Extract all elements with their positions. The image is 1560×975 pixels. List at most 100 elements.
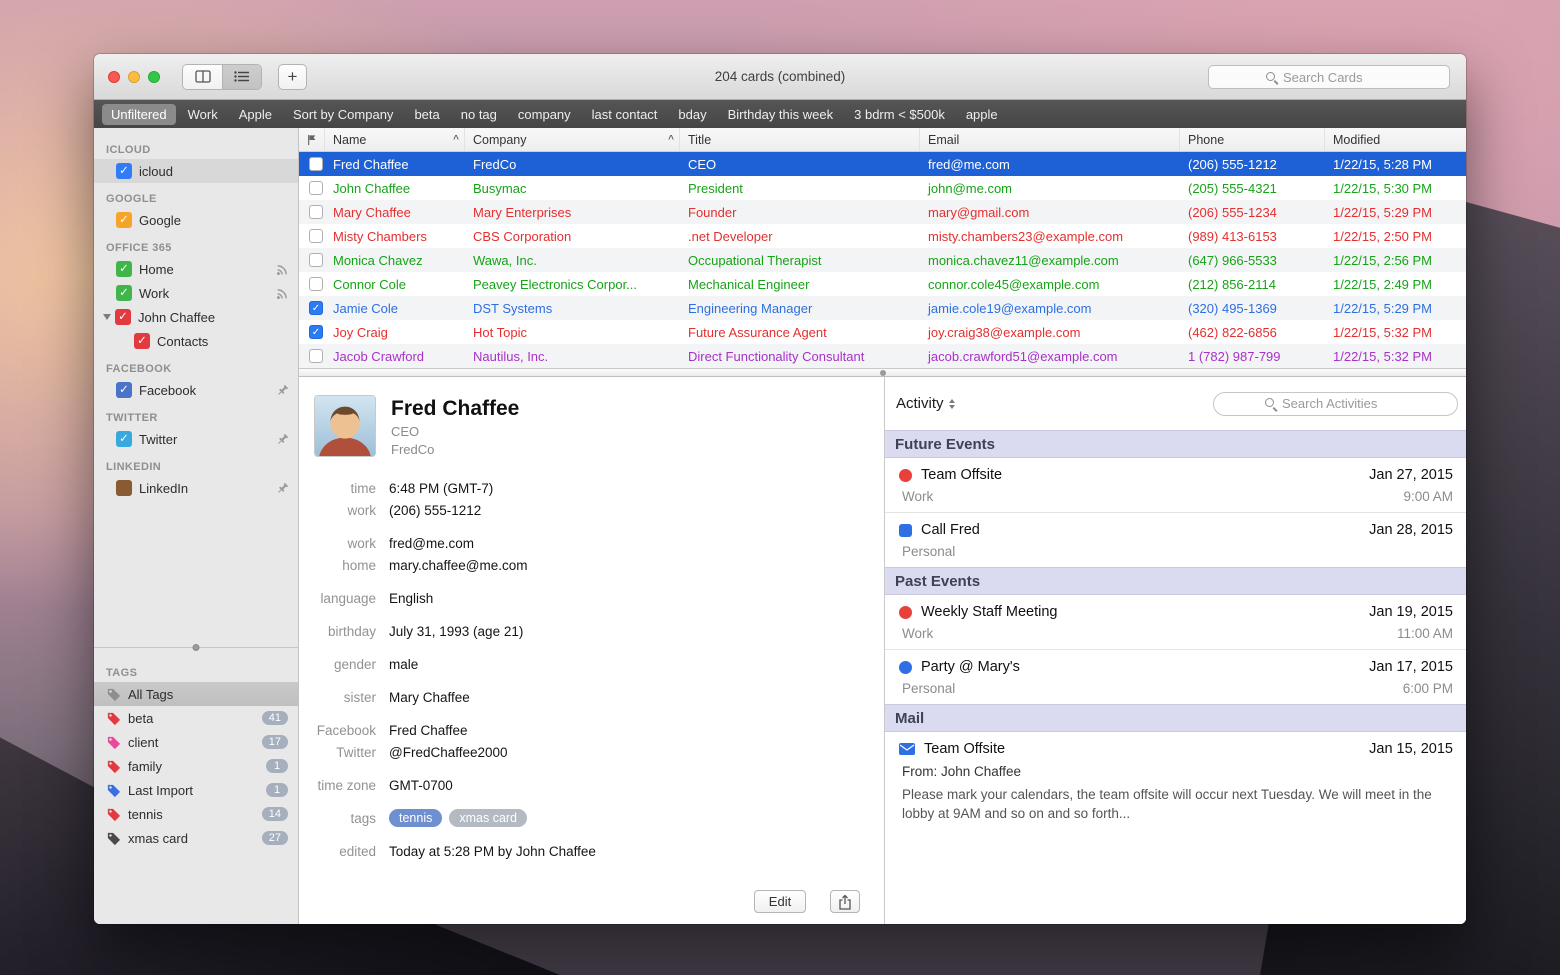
filter-apple[interactable]: Apple <box>230 104 281 125</box>
sidebar-tag-beta[interactable]: beta 41 <box>94 706 298 730</box>
row-checkbox[interactable] <box>309 253 323 267</box>
zoom-button[interactable] <box>148 71 160 83</box>
search-activities-input[interactable] <box>1282 396 1407 411</box>
search-cards-input[interactable] <box>1283 70 1393 85</box>
sidebar-tag-xmas-card[interactable]: xmas card 27 <box>94 826 298 850</box>
list-view-button[interactable] <box>222 65 261 89</box>
event-team-offsite[interactable]: Team Offsite Jan 27, 2015 Work 9:00 AM <box>885 458 1466 512</box>
account-checkbox[interactable] <box>116 261 132 277</box>
account-checkbox[interactable] <box>116 163 132 179</box>
sidebar-item-john-chaffee[interactable]: John Chaffee <box>94 305 298 329</box>
filter-last-contact[interactable]: last contact <box>583 104 667 125</box>
field-home-email[interactable]: mary.chaffee@me.com <box>389 558 528 573</box>
sidebar-item-linkedin[interactable]: LinkedIn <box>94 476 298 500</box>
account-checkbox[interactable] <box>116 480 132 496</box>
search-cards-field[interactable] <box>1208 65 1450 89</box>
row-checkbox[interactable] <box>309 301 323 315</box>
row-checkbox[interactable] <box>309 349 323 363</box>
filter-work[interactable]: Work <box>179 104 227 125</box>
section-header-linkedin: LINKEDIN <box>94 451 298 476</box>
window-title: 204 cards (combined) <box>715 69 846 84</box>
column-header-email[interactable]: Email <box>920 128 1180 151</box>
row-checkbox[interactable] <box>309 157 323 171</box>
column-header-company[interactable]: Company^ <box>465 128 680 151</box>
sidebar-item-home[interactable]: Home <box>94 257 298 281</box>
table-row-jacob-crawford[interactable]: Jacob Crawford Nautilus, Inc. Direct Fun… <box>299 344 1466 368</box>
sidebar-tag-client[interactable]: client 17 <box>94 730 298 754</box>
column-header-modified[interactable]: Modified <box>1325 128 1466 151</box>
horizontal-splitter[interactable] <box>299 368 1466 377</box>
search-activities-field[interactable] <box>1213 392 1458 416</box>
share-button[interactable] <box>830 890 860 913</box>
tag-pill-tennis[interactable]: tennis <box>389 809 442 827</box>
sidebar-item-twitter[interactable]: Twitter <box>94 427 298 451</box>
calendar-event-icon <box>899 606 912 619</box>
filter-3bdrm[interactable]: 3 bdrm < $500k <box>845 104 954 125</box>
event-weekly-staff-meeting[interactable]: Weekly Staff Meeting Jan 19, 2015 Work 1… <box>885 595 1466 649</box>
mail-item-team-offsite[interactable]: Team Offsite Jan 15, 2015 From: John Cha… <box>885 732 1466 831</box>
feed-icon <box>276 287 289 300</box>
row-checkbox[interactable] <box>309 277 323 291</box>
activity-dropdown[interactable]: Activity <box>896 395 955 412</box>
sidebar-tag-family[interactable]: family 1 <box>94 754 298 778</box>
filter-no-tag[interactable]: no tag <box>452 104 506 125</box>
account-checkbox[interactable] <box>134 333 150 349</box>
tag-count-badge: 41 <box>262 711 288 725</box>
field-work-email[interactable]: fred@me.com <box>389 536 474 551</box>
filter-beta[interactable]: beta <box>405 104 448 125</box>
sidebar-tag-last-import[interactable]: Last Import 1 <box>94 778 298 802</box>
add-card-button[interactable]: + <box>278 64 307 90</box>
event-call-fred[interactable]: Call Fred Jan 28, 2015 Personal <box>885 513 1466 567</box>
mail-header: Mail <box>885 704 1466 732</box>
sidebar-item-icloud[interactable]: icloud <box>94 159 298 183</box>
account-checkbox[interactable] <box>115 309 131 325</box>
filter-apple-2[interactable]: apple <box>957 104 1007 125</box>
table-row-fred-chaffee[interactable]: Fred Chaffee FredCo CEO fred@me.com (206… <box>299 152 1466 176</box>
table-row-mary-chaffee[interactable]: Mary Chaffee Mary Enterprises Founder ma… <box>299 200 1466 224</box>
edit-button[interactable]: Edit <box>754 890 806 913</box>
tag-pill-xmas-card[interactable]: xmas card <box>449 809 527 827</box>
account-checkbox[interactable] <box>116 212 132 228</box>
sidebar-item-facebook[interactable]: Facebook <box>94 378 298 402</box>
sidebar-item-contacts[interactable]: Contacts <box>94 329 298 353</box>
sidebar-tag-tennis[interactable]: tennis 14 <box>94 802 298 826</box>
table-row-connor-cole[interactable]: Connor Cole Peavey Electronics Corpor...… <box>299 272 1466 296</box>
event-party-at-marys[interactable]: Party @ Mary's Jan 17, 2015 Personal 6:0… <box>885 650 1466 704</box>
flag-column-header[interactable] <box>299 128 325 151</box>
sidebar-resize-handle[interactable] <box>94 647 298 657</box>
column-header-name[interactable]: Name^ <box>325 128 465 151</box>
filter-company[interactable]: company <box>509 104 580 125</box>
filter-birthday-this-week[interactable]: Birthday this week <box>719 104 843 125</box>
contact-name: Fred Chaffee <box>391 397 519 421</box>
disclosure-triangle-icon[interactable] <box>103 314 111 320</box>
row-checkbox[interactable] <box>309 229 323 243</box>
field-facebook[interactable]: Fred Chaffee <box>389 723 468 738</box>
filter-sort-by-company[interactable]: Sort by Company <box>284 104 402 125</box>
account-checkbox[interactable] <box>116 431 132 447</box>
close-button[interactable] <box>108 71 120 83</box>
row-checkbox[interactable] <box>309 325 323 339</box>
row-checkbox[interactable] <box>309 181 323 195</box>
section-header-tags: TAGS <box>94 657 298 682</box>
table-row-misty-chambers[interactable]: Misty Chambers CBS Corporation .net Deve… <box>299 224 1466 248</box>
table-row-joy-craig[interactable]: Joy Craig Hot Topic Future Assurance Age… <box>299 320 1466 344</box>
card-view-button[interactable] <box>183 65 222 89</box>
account-checkbox[interactable] <box>116 382 132 398</box>
activity-panel: Activity Future Events Team Offsite <box>885 377 1466 924</box>
field-twitter[interactable]: @FredChaffee2000 <box>389 745 508 760</box>
pin-icon <box>276 433 289 446</box>
filter-bday[interactable]: bday <box>669 104 715 125</box>
minimize-button[interactable] <box>128 71 140 83</box>
column-header-title[interactable]: Title <box>680 128 920 151</box>
column-header-phone[interactable]: Phone <box>1180 128 1325 151</box>
sidebar-item-google[interactable]: Google <box>94 208 298 232</box>
account-checkbox[interactable] <box>116 285 132 301</box>
table-row-monica-chavez[interactable]: Monica Chavez Wawa, Inc. Occupational Th… <box>299 248 1466 272</box>
filter-unfiltered[interactable]: Unfiltered <box>102 104 176 125</box>
sidebar-item-all-tags[interactable]: All Tags <box>94 682 298 706</box>
table-row-john-chaffee[interactable]: John Chaffee Busymac President john@me.c… <box>299 176 1466 200</box>
sidebar-item-work[interactable]: Work <box>94 281 298 305</box>
row-checkbox[interactable] <box>309 205 323 219</box>
table-row-jamie-cole[interactable]: Jamie Cole DST Systems Engineering Manag… <box>299 296 1466 320</box>
field-work-phone[interactable]: (206) 555-1212 <box>389 503 481 518</box>
